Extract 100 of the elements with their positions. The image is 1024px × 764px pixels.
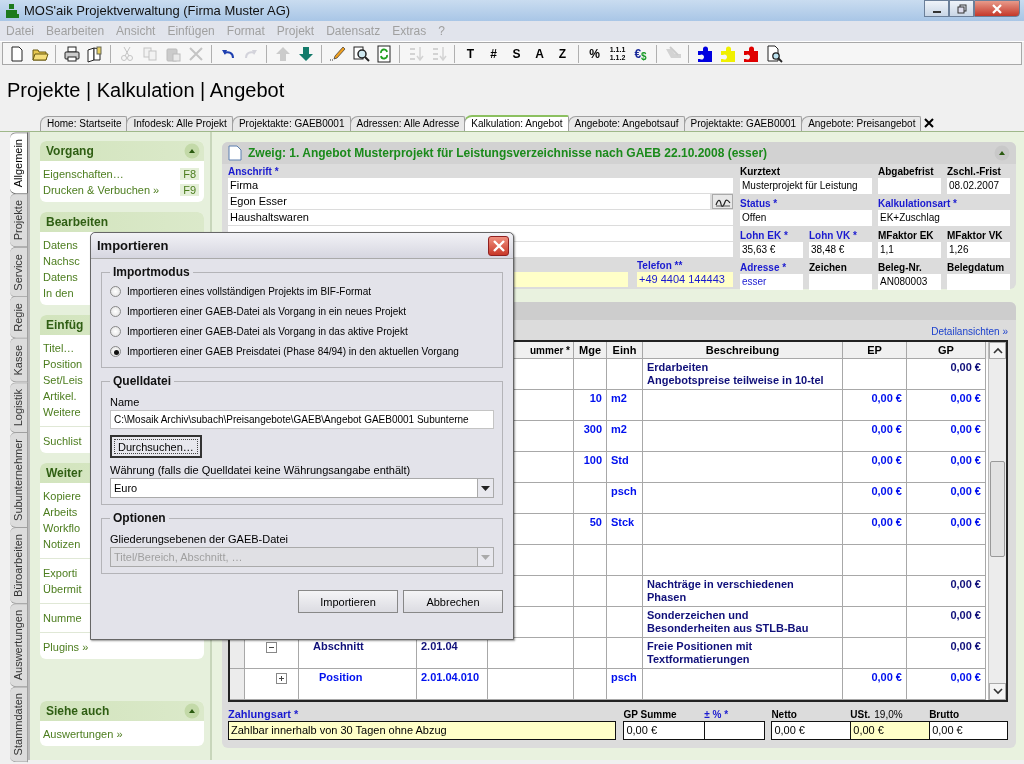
scroll-up-button[interactable] (989, 342, 1006, 359)
task-link[interactable]: Auswertungen » (43, 728, 123, 740)
close-button[interactable] (974, 0, 1020, 17)
form-field[interactable]: Offen (740, 210, 872, 226)
address-field[interactable]: Egon Esser (228, 194, 710, 209)
toolbar-button[interactable]: T (459, 43, 482, 64)
form-field[interactable] (878, 178, 941, 194)
form-field[interactable]: EK+Zuschlag (878, 210, 1010, 226)
close-icon[interactable] (924, 118, 935, 128)
toolbar-button[interactable]: A (528, 43, 551, 64)
address-button[interactable] (712, 194, 733, 209)
printer-icon[interactable] (62, 44, 81, 63)
task-link[interactable]: Notizen (43, 538, 81, 550)
document-tab[interactable]: Projektakte: GAEB0001 (683, 116, 803, 131)
radio-label[interactable]: Importieren eines vollständigen Projekts im BIF-Format (127, 285, 371, 297)
task-link[interactable]: Suchlist (43, 435, 82, 447)
total-field[interactable]: 0,00 € (623, 721, 705, 740)
radio-button[interactable] (110, 325, 121, 337)
radio-label[interactable]: Importieren einer GAEB-Datei als Vorgang in das aktive Projekt (127, 325, 408, 337)
side-tab[interactable]: Büroarbeiten (10, 526, 28, 604)
puzzle-icon[interactable] (741, 44, 760, 63)
section-header[interactable]: Bearbeiten (40, 212, 204, 232)
side-tab[interactable]: Auswertungen (10, 602, 28, 688)
form-field[interactable]: 08.02.2007 (947, 178, 1010, 194)
address-field[interactable]: Haushaltswaren (228, 210, 733, 225)
form-field[interactable]: 38,48 € (809, 242, 872, 258)
side-tab[interactable]: Subunternehmer (10, 432, 28, 528)
document-tab[interactable]: Kalkulation: Angebot (464, 115, 569, 131)
close-button[interactable] (488, 235, 509, 256)
task-link[interactable]: Datens (43, 239, 78, 251)
percent-field[interactable] (704, 721, 766, 740)
collapse-icon[interactable] (266, 642, 277, 653)
form-field[interactable]: AN080003 (878, 274, 941, 290)
task-link[interactable]: Datens (43, 271, 78, 283)
radio-label[interactable]: Importieren einer GAEB-Datei als Vorgang in ein neues Projekt (127, 305, 407, 317)
cancel-button[interactable]: Abbrechen (403, 590, 503, 613)
task-link[interactable]: Plugins » (43, 641, 89, 653)
side-tab[interactable]: Service (10, 246, 28, 298)
section-header[interactable]: Vorgang (40, 141, 204, 161)
toolbar-button[interactable]: % (583, 43, 606, 64)
scrollbar-thumb[interactable] (990, 461, 1005, 557)
form-field[interactable]: 1,1 (878, 242, 941, 258)
task-link[interactable]: Nachsc (43, 255, 80, 267)
form-field[interactable] (809, 274, 872, 290)
task-link[interactable]: Eigenschaften… (43, 168, 124, 180)
address-field[interactable]: Firma (228, 178, 733, 193)
side-tab[interactable]: Regie (10, 296, 28, 340)
column-header[interactable]: GP (907, 342, 986, 359)
task-link[interactable]: Set/Leis (43, 374, 83, 386)
details-link[interactable]: Detailansichten » (931, 326, 1008, 337)
total-field[interactable]: 0,00 € (771, 721, 851, 740)
minimize-button[interactable] (924, 0, 949, 17)
form-field[interactable] (947, 274, 1010, 290)
radio-button[interactable] (110, 285, 121, 297)
total-field[interactable]: 0,00 € (850, 721, 930, 740)
task-link[interactable]: Exporti (43, 567, 78, 579)
side-tab[interactable]: Stammdaten (10, 686, 28, 763)
file-path-field[interactable]: C:\Mosaik Archiv\subach\Preisangebote\GAEB\Angebot GAEB0001 Subunterne (110, 410, 494, 429)
section-header[interactable]: Siehe auch (40, 701, 204, 721)
import-button[interactable]: Importieren (298, 590, 398, 613)
column-header[interactable]: Beschreibung (643, 342, 843, 359)
radio-label[interactable]: Importieren einer GAEB Preisdatei (Phase 84/94) in den aktuellen Vorgang (127, 345, 459, 357)
task-link[interactable]: Arbeits (43, 506, 78, 518)
currency-dropdown[interactable]: Euro (110, 478, 494, 498)
restore-button[interactable] (949, 0, 974, 17)
form-field[interactable]: 1,26 (947, 242, 1010, 258)
task-link[interactable]: Workflo (43, 522, 81, 534)
scroll-down-button[interactable] (989, 683, 1006, 700)
phone-field[interactable]: +49 4404 144443 (637, 272, 733, 287)
column-header[interactable]: Einh (607, 342, 643, 359)
side-tab[interactable]: Allgemein (10, 132, 28, 195)
collapse-icon[interactable] (184, 703, 200, 719)
form-field[interactable]: 35,63 € (740, 242, 803, 258)
column-header[interactable]: Mge (574, 342, 607, 359)
document-tab[interactable]: Angebote: Angebotsauf (567, 116, 685, 131)
collapse-icon[interactable] (994, 145, 1010, 161)
document-tab[interactable]: Projektakte: GAEB0001 (231, 116, 351, 131)
expand-icon[interactable] (276, 673, 287, 684)
side-tab[interactable]: Logistik (10, 381, 28, 433)
form-field[interactable]: esser (740, 274, 803, 290)
row-header[interactable] (230, 638, 245, 669)
task-link[interactable]: Übermit (43, 583, 82, 595)
scroll-bar[interactable] (988, 342, 1006, 700)
side-tab[interactable]: Kasse (10, 338, 28, 383)
total-field[interactable]: 0,00 € (929, 721, 1008, 740)
task-link[interactable]: Titel… (43, 342, 75, 354)
browse-button[interactable]: Durchsuchen… (110, 435, 202, 458)
magnifier-icon[interactable] (351, 44, 370, 63)
puzzle-icon[interactable] (695, 44, 714, 63)
toolbar-button[interactable]: # (482, 43, 505, 64)
column-header[interactable]: EP (843, 342, 907, 359)
toolbar-button[interactable]: Z (551, 43, 574, 64)
document-tab[interactable]: Angebote: Preisangebot (801, 116, 922, 131)
task-link[interactable]: Drucken & Verbuchen » (43, 184, 160, 196)
task-link[interactable]: Position (43, 358, 83, 370)
toolbar-button[interactable]: S (505, 43, 528, 64)
side-tab[interactable]: Projekte (10, 193, 28, 248)
task-link[interactable]: Artikel. (43, 390, 77, 402)
task-link[interactable]: Weitere (43, 406, 81, 418)
print-preview-icon[interactable] (85, 44, 104, 63)
